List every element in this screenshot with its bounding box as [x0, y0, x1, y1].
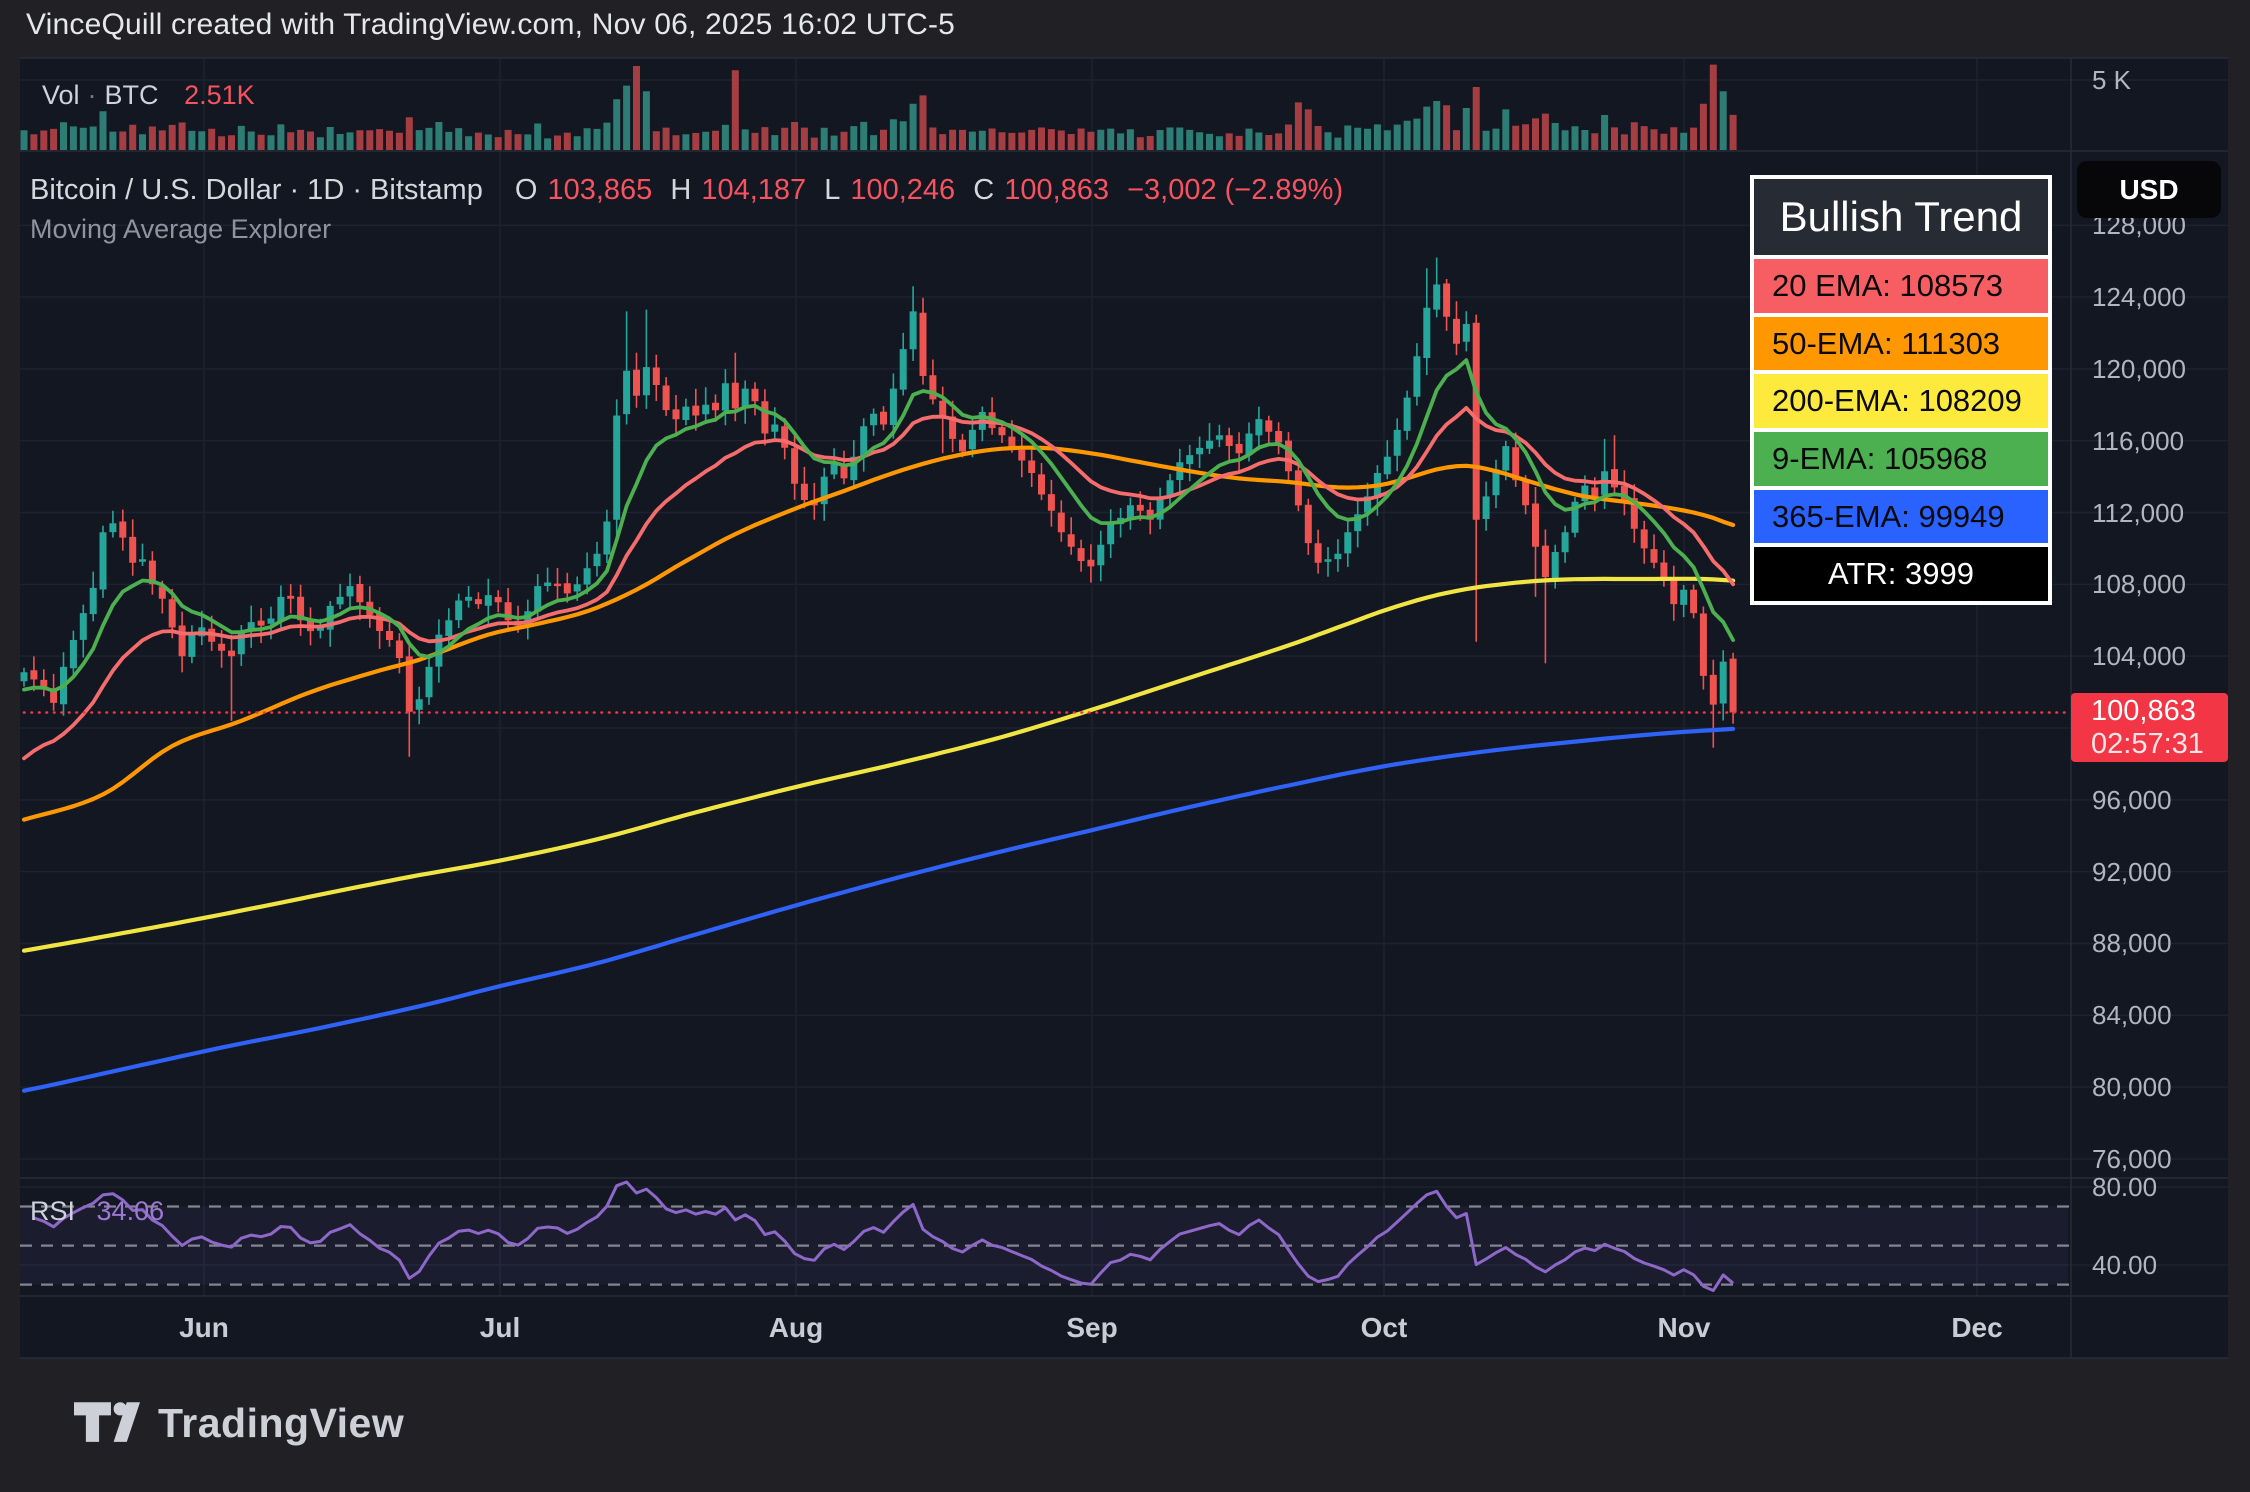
rsi-value: 34.06: [97, 1196, 165, 1226]
price-axis-label: 96,000: [2092, 784, 2222, 816]
price-axis-label: 108,000: [2092, 568, 2222, 600]
price-axis-label: 84,000: [2092, 999, 2222, 1031]
month-label-sep: Sep: [1066, 1312, 1117, 1344]
price-axis-label: 124,000: [2092, 281, 2222, 313]
legend-row: 9-EMA: 105968: [1754, 432, 2048, 486]
legend-row: 50-EMA: 111303: [1754, 317, 2048, 371]
rsi-label-text: RSI: [30, 1196, 75, 1226]
tradingview-watermark[interactable]: TradingView: [74, 1400, 404, 1447]
rsi-axis-label: 40.00: [2092, 1249, 2222, 1281]
separator-dot: ·: [80, 80, 105, 110]
price-axis-label: 80,000: [2092, 1071, 2222, 1103]
low-value: 100,246: [850, 174, 955, 206]
open-value: 103,865: [547, 174, 652, 206]
close-value: 100,863: [1004, 174, 1109, 206]
change-value: −3,002 (−2.89%): [1127, 174, 1343, 206]
open-label: O: [515, 174, 538, 206]
high-label: H: [670, 174, 691, 206]
month-label-nov: Nov: [1658, 1312, 1711, 1344]
last-price-value: 100,863: [2091, 695, 2228, 728]
trend-legend-rows: 20 EMA: 10857350-EMA: 111303200-EMA: 108…: [1754, 259, 2048, 601]
volume-legend: Vol·BTC 2.51K: [42, 80, 255, 111]
volume-label: Vol: [42, 80, 80, 110]
symbol-ohlc-row[interactable]: Bitcoin / U.S. Dollar · 1D · Bitstamp O1…: [30, 174, 1353, 207]
currency-toggle-button[interactable]: USD: [2077, 161, 2221, 218]
trend-legend-box: Bullish Trend 20 EMA: 10857350-EMA: 1113…: [1750, 175, 2052, 605]
legend-row: ATR: 3999: [1754, 547, 2048, 601]
close-label: C: [973, 174, 994, 206]
tradingview-logo-icon: [74, 1402, 140, 1446]
legend-row: 200-EMA: 108209: [1754, 374, 2048, 428]
high-value: 104,187: [701, 174, 806, 206]
symbol-title: Bitcoin / U.S. Dollar · 1D · Bitstamp: [30, 174, 483, 206]
month-label-dec: Dec: [1951, 1312, 2002, 1344]
tradingview-brand-text: TradingView: [158, 1400, 404, 1447]
legend-row: 365-EMA: 99949: [1754, 490, 2048, 544]
bar-countdown: 02:57:31: [2091, 728, 2228, 761]
rsi-legend: RSI 34.06: [30, 1196, 164, 1227]
trend-legend-title: Bullish Trend: [1754, 179, 2048, 255]
price-axis-label: 120,000: [2092, 353, 2222, 385]
price-axis-label: 88,000: [2092, 927, 2222, 959]
low-label: L: [824, 174, 840, 206]
price-axis-label: 116,000: [2092, 425, 2222, 457]
month-label-aug: Aug: [769, 1312, 823, 1344]
price-axis-label: 104,000: [2092, 640, 2222, 672]
rsi-axis-label: 80.00: [2092, 1171, 2222, 1203]
month-label-oct: Oct: [1361, 1312, 1408, 1344]
legend-row: 20 EMA: 108573: [1754, 259, 2048, 313]
volume-value: 2.51K: [184, 80, 255, 110]
tradingview-chart-screenshot: VinceQuill created with TradingView.com,…: [0, 0, 2250, 1492]
month-label-jul: Jul: [480, 1312, 520, 1344]
month-label-jun: Jun: [179, 1312, 229, 1344]
indicator-label[interactable]: Moving Average Explorer: [30, 214, 331, 245]
volume-symbol: BTC: [105, 80, 159, 110]
volume-axis-label: 5 K: [2092, 64, 2222, 96]
price-axis-label: 112,000: [2092, 497, 2222, 529]
price-axis-label: 92,000: [2092, 856, 2222, 888]
page-title: VinceQuill created with TradingView.com,…: [26, 8, 955, 42]
last-price-badge: 100,863 02:57:31: [2071, 693, 2228, 762]
